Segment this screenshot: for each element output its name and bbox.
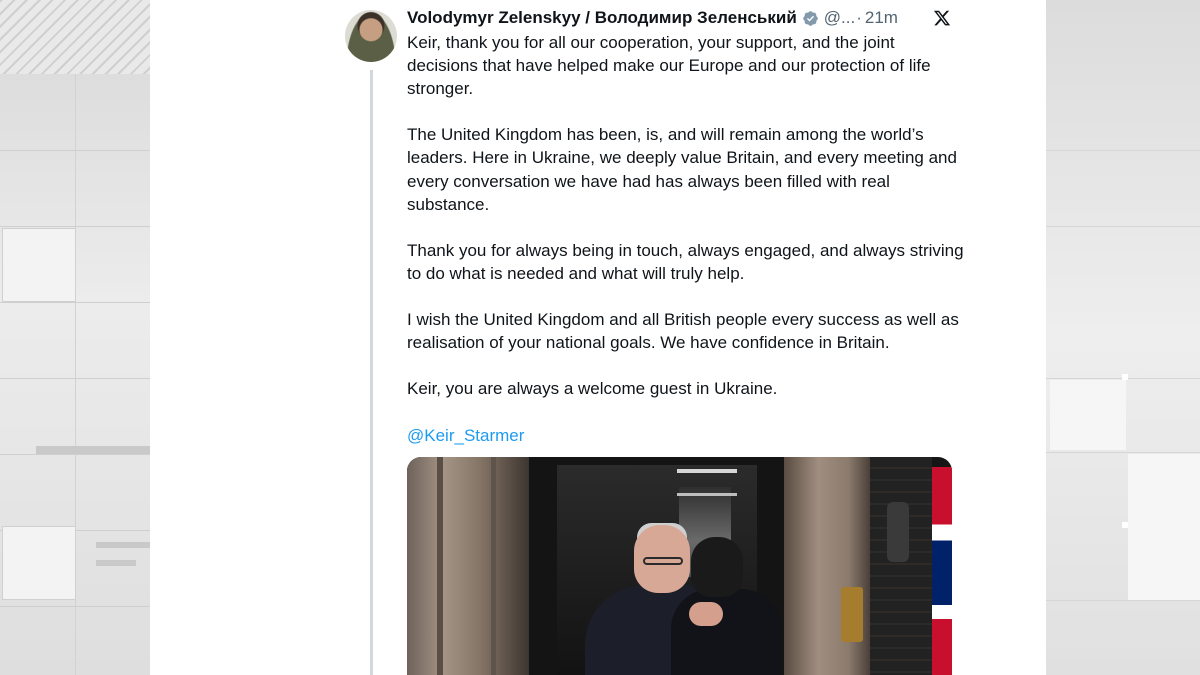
tweet-paragraph: Keir, you are always a welcome guest in … [407, 379, 778, 399]
background-grid-line [0, 378, 150, 379]
thread-line [370, 70, 373, 675]
photo-glasses [643, 557, 683, 565]
tweet-paragraph: I wish the United Kingdom and all Britis… [407, 310, 959, 353]
separator: · [856, 8, 862, 27]
background-grid-line [0, 150, 150, 151]
verified-badge-icon [802, 10, 819, 27]
background-tile [1050, 380, 1126, 450]
tweet-photo[interactable] [407, 457, 952, 675]
background-dot [1122, 522, 1128, 528]
photo-person-back [671, 589, 781, 675]
photo-column-detail [491, 457, 496, 675]
background-grid-line [0, 226, 150, 227]
background-grid-line [1046, 226, 1200, 227]
photo-column [784, 457, 870, 675]
timestamp[interactable]: 21m [865, 8, 898, 28]
photo-letterbox [841, 587, 863, 642]
tweet-header: Volodymyr Zelenskyy / Володимир Зеленськ… [407, 7, 967, 29]
photo-column-detail [437, 457, 443, 675]
photo-brick-wall [870, 457, 932, 675]
photo-light [677, 469, 737, 473]
author-name[interactable]: Volodymyr Zelenskyy / Володимир Зеленськ… [407, 8, 797, 28]
background-grid-line [1046, 452, 1200, 453]
photo-lamp [887, 502, 909, 562]
background-dot [1122, 374, 1128, 380]
background-grid-line [0, 606, 150, 607]
photo-light [677, 493, 737, 496]
x-logo-icon[interactable] [933, 9, 951, 27]
background-bar [96, 542, 150, 548]
background-bar [36, 446, 150, 454]
tweet-card: Volodymyr Zelenskyy / Володимир Зеленськ… [150, 0, 1046, 675]
mention-link[interactable]: @Keir_Starmer [407, 426, 524, 445]
background-tile [2, 228, 76, 302]
tweet-text: Keir, thank you for all our cooperation,… [407, 31, 967, 470]
background-grid-line [0, 454, 150, 455]
background-left-panel [0, 0, 150, 675]
photo-union-flag [932, 467, 952, 675]
tweet-paragraph: The United Kingdom has been, is, and wil… [407, 125, 957, 214]
avatar[interactable] [345, 10, 397, 62]
photo-column [407, 457, 529, 675]
background-grid-line [1046, 600, 1200, 601]
tweet-paragraph: Thank you for always being in touch, alw… [407, 240, 964, 283]
background-tile [2, 526, 76, 600]
background-tile [1128, 454, 1200, 600]
background-right-panel [1046, 0, 1200, 675]
background-bar [96, 560, 136, 566]
background-hatch-pattern [0, 0, 150, 74]
photo-hand [689, 602, 723, 626]
background-grid-line [1046, 150, 1200, 151]
photo-person-head [691, 537, 743, 597]
tweet-paragraph: Keir, thank you for all our cooperation,… [407, 33, 931, 99]
background-grid-line [0, 302, 150, 303]
author-handle[interactable]: @... [824, 8, 855, 28]
